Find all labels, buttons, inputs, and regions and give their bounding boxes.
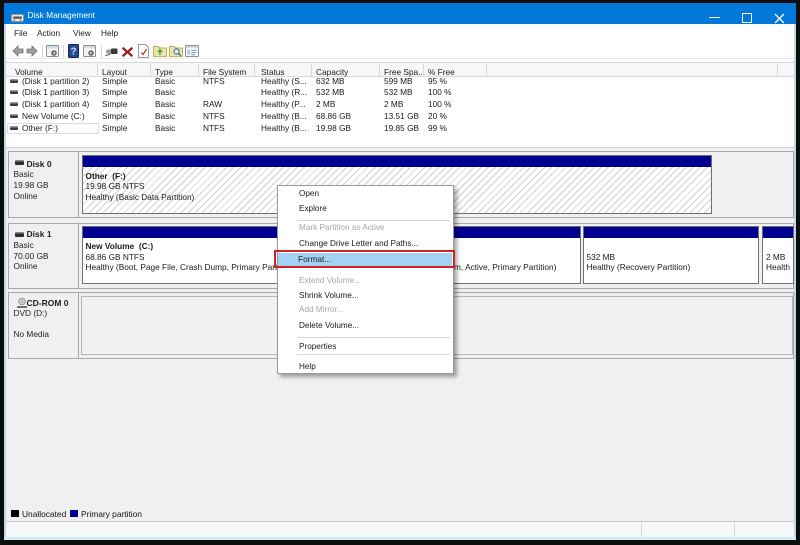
svg-text:?: ? [70,47,76,58]
